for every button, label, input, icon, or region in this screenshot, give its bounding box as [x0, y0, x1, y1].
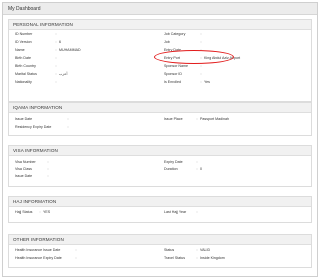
other-field-row: Health Insurance Expiry Date: [15, 256, 79, 261]
field-label: Issue Date [15, 174, 33, 178]
visa-info-header: VISA INFORMATION [9, 146, 311, 156]
field-label: Last Hajj Year [164, 210, 187, 214]
other-info-header: OTHER INFORMATION [9, 235, 311, 245]
personal-field-row: Nationality: [15, 80, 59, 85]
other-field-row: Health Insurance Issue Date: [15, 248, 79, 253]
personal-info-header: PERSONAL INFORMATION [9, 20, 311, 30]
hajj-info-header: HAJ INFORMATION [9, 197, 311, 207]
personal-field-row: Birth Date: [15, 56, 59, 61]
field-separator: : [200, 72, 202, 76]
personal-field-row: Is Enrolled: Yes [164, 80, 210, 85]
field-value: Yes [204, 80, 210, 84]
hajj-info-section: HAJ INFORMATION Hajj Status: YES Last Haj… [8, 196, 312, 223]
field-label: Job Category [164, 32, 186, 36]
field-separator: : [55, 56, 57, 60]
field-label: Duration [164, 167, 178, 171]
other-field-row: Travel Status: Inside Kingdom [164, 256, 225, 261]
other-field-row: Status: VALID [164, 248, 210, 253]
field-label: Visa Class [15, 167, 32, 171]
field-label: Expiry Date [164, 160, 183, 164]
field-label: Nationality [15, 80, 32, 84]
field-label: Health Insurance Expiry Date [15, 256, 62, 260]
field-label: Health Insurance Issue Date [15, 248, 61, 252]
personal-field-row: Job Category: [164, 32, 204, 37]
personal-field-row: Sponsor Name: [164, 64, 204, 69]
field-value: 6 [59, 40, 61, 44]
visa-info-section: VISA INFORMATION Visa Number: Visa Class:… [8, 145, 312, 187]
iqama-field-row: Issue Date: [15, 117, 71, 122]
field-separator: : [67, 117, 69, 121]
visa-field-row: Issue Date: [15, 174, 51, 179]
field-separator: : [55, 32, 57, 36]
iqama-field-row: Issue Place: Passport Madinah [164, 117, 229, 122]
field-value: VALID [200, 248, 211, 252]
iqama-info-header: IQAMA INFORMATION [9, 103, 311, 113]
field-separator: : [47, 167, 49, 171]
field-separator: : [55, 80, 57, 84]
field-label: Hajj Status [15, 210, 33, 214]
personal-field-row: ID Number: [15, 32, 59, 37]
personal-field-row: Marital Status: أعزب [15, 72, 68, 77]
field-label: Visa Number [15, 160, 36, 164]
page-title: My Dashboard [3, 3, 317, 15]
field-label: Sponsor Name [164, 64, 188, 68]
field-label: Marital Status [15, 72, 37, 76]
field-label: Birth Country [15, 64, 36, 68]
field-value: Passport Madinah [200, 117, 229, 121]
iqama-field-row: Residency Expiry Date: [15, 125, 71, 130]
field-label: Birth Date [15, 56, 31, 60]
field-separator: : [47, 160, 49, 164]
personal-field-row: Name: MUHAMMAD [15, 48, 81, 53]
field-value: Inside Kingdom [200, 256, 225, 260]
iqama-info-section: IQAMA INFORMATION Issue Date: Residency E… [8, 102, 312, 136]
field-separator: : [200, 64, 202, 68]
red-highlight-circle [154, 50, 234, 64]
field-label: ID Number [15, 32, 33, 36]
field-label: Job [164, 40, 170, 44]
field-separator: : [75, 256, 77, 260]
dashboard-panel: My Dashboard PERSONAL INFORMATION ID Num… [2, 2, 318, 277]
hajj-field-row: Last Hajj Year: [164, 210, 200, 215]
other-info-section: OTHER INFORMATION Health Insurance Issue… [8, 234, 312, 268]
field-label: Residency Expiry Date [15, 125, 52, 129]
field-separator: : [200, 40, 202, 44]
field-label: Name [15, 48, 25, 52]
visa-field-row: Duration:0 [164, 167, 202, 172]
field-value: أعزب [59, 72, 68, 76]
field-label: Status [164, 248, 175, 252]
field-value: 0 [200, 167, 202, 171]
field-separator: : [75, 248, 77, 252]
personal-field-row: Job: [164, 40, 204, 45]
field-value: MUHAMMAD [59, 48, 81, 52]
visa-field-row: Visa Number: [15, 160, 51, 165]
field-separator: : [67, 125, 69, 129]
field-label: ID Version [15, 40, 32, 44]
visa-field-row: Visa Class: [15, 167, 51, 172]
field-label: Is Enrolled [164, 80, 181, 84]
field-separator: : [47, 174, 49, 178]
field-separator: : [55, 64, 57, 68]
hajj-field-row: Hajj Status: YES [15, 210, 50, 215]
personal-field-row: Birth Country: [15, 64, 59, 69]
field-separator: : [200, 32, 202, 36]
field-label: Issue Place [164, 117, 183, 121]
personal-field-row: Sponsor ID: [164, 72, 204, 77]
field-separator: : [196, 210, 198, 214]
field-value: YES [43, 210, 51, 214]
field-label: Travel Status [164, 256, 186, 260]
personal-field-row: ID Version:6 [15, 40, 61, 45]
field-label: Issue Date [15, 117, 33, 121]
visa-field-row: Expiry Date: [164, 160, 200, 165]
field-label: Sponsor ID [164, 72, 182, 76]
field-separator: : [196, 160, 198, 164]
